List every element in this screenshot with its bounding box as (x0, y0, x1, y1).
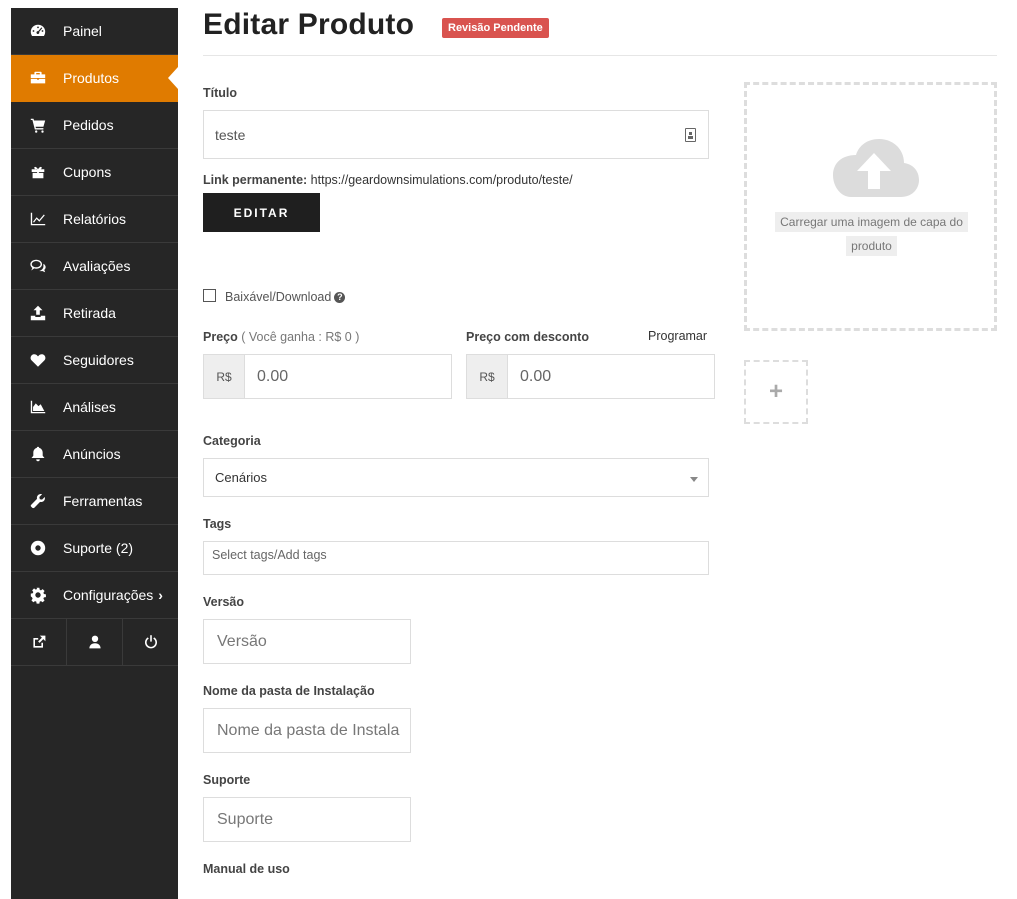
sidebar-item-label: Seguidores (63, 352, 134, 368)
area-chart-icon (28, 397, 48, 417)
sidebar-item-label: Ferramentas (63, 493, 143, 509)
sidebar-item-produtos[interactable]: Produtos (11, 55, 178, 102)
contact-card-icon[interactable] (685, 128, 696, 142)
downloadable-checkbox[interactable] (203, 289, 216, 302)
sidebar-item-configuracoes[interactable]: Configurações › (11, 572, 178, 619)
sidebar-item-label: Pedidos (63, 117, 114, 133)
sidebar-item-label: Anúncios (63, 446, 121, 462)
discount-price-value: 0.00 (520, 367, 552, 385)
divider (203, 55, 997, 56)
sidebar-item-seguidores[interactable]: Seguidores (11, 337, 178, 384)
install-folder-placeholder: Nome da pasta de Instala (217, 721, 400, 739)
title-input[interactable]: teste (203, 110, 709, 159)
price-value: 0.00 (257, 367, 289, 385)
sidebar-item-label: Suporte (2) (63, 540, 134, 556)
downloadable-label-text: Baixável/Download (225, 290, 332, 304)
cover-image-upload[interactable]: Carregar uma imagem de capa do produto (744, 82, 997, 331)
category-label: Categoria (203, 434, 261, 448)
heart-icon (28, 350, 48, 370)
lifebuoy-icon (28, 538, 48, 558)
support-input[interactable]: Suporte (203, 797, 411, 842)
discount-price-input[interactable]: R$ 0.00 (466, 354, 715, 399)
title-value: teste (215, 126, 246, 143)
schedule-link[interactable]: Programar (648, 329, 707, 343)
sidebar-item-cupons[interactable]: Cupons (11, 149, 178, 196)
sidebar-item-label: Cupons (63, 164, 112, 180)
user-icon[interactable] (67, 619, 123, 665)
wrench-icon (28, 491, 48, 511)
install-folder-input[interactable]: Nome da pasta de Instala (203, 708, 411, 753)
sidebar-item-label: Avaliações (63, 258, 131, 274)
category-value: Cenários (215, 470, 268, 485)
sidebar-item-label: Configurações (63, 587, 154, 603)
permalink-label: Link permanente: (203, 173, 308, 187)
upload-icon (28, 303, 48, 323)
price-label-text: Preço (203, 330, 238, 344)
comments-icon (28, 256, 48, 276)
permalink: Link permanente: https://geardownsimulat… (203, 173, 573, 187)
sidebar-item-relatorios[interactable]: Relatórios (11, 196, 178, 243)
power-icon[interactable] (123, 619, 178, 665)
tags-placeholder: Select tags/Add tags (212, 548, 327, 562)
sidebar-item-anuncios[interactable]: Anúncios (11, 431, 178, 478)
dashboard-icon (28, 21, 48, 41)
sidebar-item-painel[interactable]: Painel (11, 8, 178, 55)
external-link-icon[interactable] (11, 619, 67, 665)
edit-permalink-button[interactable]: EDITAR (203, 193, 320, 232)
status-badge: Revisão Pendente (442, 18, 549, 38)
manual-label: Manual de uso (203, 862, 290, 876)
sidebar-item-label: Análises (63, 399, 116, 415)
caret-down-icon (690, 477, 698, 482)
sidebar-item-label: Relatórios (63, 211, 127, 227)
sidebar-item-label: Painel (63, 23, 102, 39)
gift-icon (28, 162, 48, 182)
tags-label: Tags (203, 517, 232, 531)
bell-icon (28, 444, 48, 464)
price-earnings-note: ( Você ganha : R$ 0 ) (241, 330, 360, 344)
sidebar-footer (11, 619, 178, 666)
install-folder-label: Nome da pasta de Instalação (203, 684, 375, 698)
version-placeholder: Versão (217, 632, 267, 650)
downloadable-label: Baixável/Download? (225, 290, 346, 304)
sidebar-item-ferramentas[interactable]: Ferramentas (11, 478, 178, 525)
sidebar-item-label: Produtos (63, 70, 120, 86)
currency-prefix: R$ (467, 355, 508, 398)
chevron-right-icon: › (158, 587, 163, 603)
permalink-url[interactable]: https://geardownsimulations.com/produto/… (311, 173, 573, 187)
price-input[interactable]: R$ 0.00 (203, 354, 452, 399)
cloud-upload-icon (833, 139, 919, 197)
gear-icon (28, 585, 48, 605)
sidebar-item-label: Retirada (63, 305, 116, 321)
cart-icon (28, 115, 48, 135)
line-chart-icon (28, 209, 48, 229)
tags-input[interactable]: Select tags/Add tags (203, 541, 709, 575)
page-title: Editar Produto (203, 8, 415, 41)
sidebar-item-analises[interactable]: Análises (11, 384, 178, 431)
add-gallery-image-button[interactable]: + (744, 360, 808, 424)
support-label: Suporte (203, 773, 251, 787)
briefcase-icon (28, 68, 48, 88)
currency-prefix: R$ (204, 355, 245, 398)
sidebar-item-avaliacoes[interactable]: Avaliações (11, 243, 178, 290)
sidebar: Painel Produtos Pedidos Cupons Relatório… (11, 8, 178, 899)
cover-upload-label: Carregar uma imagem de capa do produto (775, 212, 968, 256)
sidebar-item-pedidos[interactable]: Pedidos (11, 102, 178, 149)
support-placeholder: Suporte (217, 810, 274, 828)
sidebar-item-retirada[interactable]: Retirada (11, 290, 178, 337)
version-label: Versão (203, 595, 245, 609)
title-label: Título (203, 86, 238, 100)
sidebar-item-suporte[interactable]: Suporte (2) (11, 525, 178, 572)
cover-upload-text: Carregar uma imagem de capa do produto (775, 210, 968, 258)
price-label: Preço ( Você ganha : R$ 0 ) (203, 330, 359, 344)
question-circle-icon[interactable]: ? (334, 292, 346, 303)
discount-price-label: Preço com desconto (466, 330, 589, 344)
category-select[interactable]: Cenários (203, 458, 709, 497)
version-input[interactable]: Versão (203, 619, 411, 664)
